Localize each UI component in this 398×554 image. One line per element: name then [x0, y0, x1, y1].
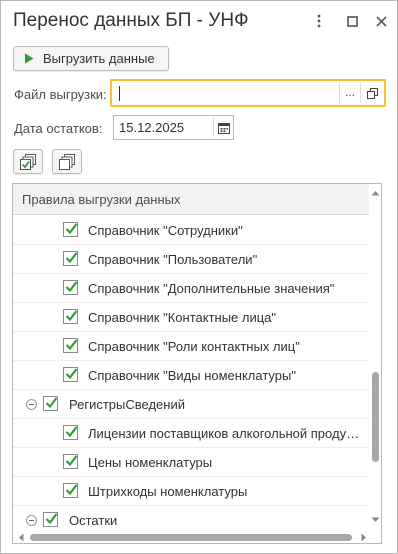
- group-label: РегистрыСведений: [69, 397, 185, 412]
- export-data-label: Выгрузить данные: [43, 51, 155, 66]
- row-checkbox[interactable]: [43, 396, 58, 411]
- horizontal-scroll-thumb[interactable]: [30, 534, 352, 541]
- vertical-scrollbar[interactable]: [369, 184, 381, 531]
- tree-row[interactable]: Справочник "Дополнительные значения": [13, 274, 369, 303]
- tree-header-label: Правила выгрузки данных: [22, 192, 181, 207]
- divider: [213, 118, 214, 137]
- tree-row[interactable]: Справочник "Контактные лица": [13, 303, 369, 332]
- row-checkbox[interactable]: [63, 483, 78, 498]
- more-vertical-icon[interactable]: [309, 11, 329, 31]
- row-label: Штрихкоды номенклатуры: [88, 484, 248, 499]
- uncheck-all-icon: [59, 153, 75, 170]
- group-label: Остатки: [69, 513, 118, 528]
- row-label: Справочник "Сотрудники": [88, 223, 243, 238]
- tree-group-row[interactable]: РегистрыСведений: [13, 390, 369, 419]
- close-icon[interactable]: [371, 11, 391, 31]
- calendar-icon[interactable]: [216, 119, 232, 136]
- play-icon: [25, 53, 34, 64]
- tree-row[interactable]: Справочник "Виды номенклатуры": [13, 361, 369, 390]
- divider: [339, 83, 340, 103]
- balance-date-input[interactable]: 15.12.2025: [113, 115, 234, 140]
- row-label: Цены номенклатуры: [88, 455, 213, 470]
- row-checkbox[interactable]: [63, 251, 78, 266]
- tree-row[interactable]: Лицензии поставщиков алкогольной продукц…: [13, 419, 369, 448]
- title-bar: Перенос данных БП - УНФ: [1, 1, 397, 41]
- tree-row[interactable]: Штрихкоды номенклатуры: [13, 477, 369, 506]
- check-all-icon: [20, 153, 36, 170]
- row-label: Справочник "Контактные лица": [88, 310, 277, 325]
- uncheck-all-button[interactable]: [52, 149, 82, 174]
- export-data-button[interactable]: Выгрузить данные: [13, 46, 169, 71]
- tree-row[interactable]: Цены номенклатуры: [13, 448, 369, 477]
- vertical-scroll-thumb[interactable]: [372, 372, 379, 462]
- scroll-down-icon[interactable]: [371, 517, 380, 523]
- row-checkbox[interactable]: [63, 280, 78, 295]
- tree-row[interactable]: Справочник "Пользователи": [13, 245, 369, 274]
- date-value: 15.12.2025: [119, 120, 185, 135]
- text-caret: [119, 86, 120, 101]
- row-label: Справочник "Виды номенклатуры": [88, 368, 296, 383]
- file-path-input[interactable]: ...: [110, 79, 386, 107]
- row-label: Справочник "Пользователи": [88, 252, 258, 267]
- row-checkbox[interactable]: [43, 512, 58, 527]
- date-label: Дата остатков:: [14, 121, 103, 136]
- choose-file-button[interactable]: ...: [341, 84, 359, 102]
- export-window: Перенос данных БП - УНФ Выгрузить данные…: [0, 0, 398, 554]
- divider: [360, 83, 361, 103]
- collapse-icon[interactable]: [26, 515, 37, 526]
- maximize-icon[interactable]: [342, 11, 362, 31]
- row-label: Лицензии поставщиков алкогольной продукц…: [88, 426, 360, 441]
- check-all-button[interactable]: [13, 149, 43, 174]
- tree-header[interactable]: Правила выгрузки данных: [13, 184, 369, 215]
- row-checkbox[interactable]: [63, 222, 78, 237]
- export-rules-tree[interactable]: Правила выгрузки данных Справочник "Сотр…: [12, 183, 382, 544]
- scroll-up-icon[interactable]: [371, 190, 380, 196]
- horizontal-scrollbar[interactable]: [13, 531, 381, 543]
- row-checkbox[interactable]: [63, 367, 78, 382]
- tree-row[interactable]: Справочник "Сотрудники": [13, 216, 369, 245]
- row-checkbox[interactable]: [63, 309, 78, 324]
- window-title: Перенос данных БП - УНФ: [13, 10, 249, 31]
- tree-row[interactable]: Справочник "Роли контактных лиц": [13, 332, 369, 361]
- collapse-icon[interactable]: [26, 399, 37, 410]
- row-checkbox[interactable]: [63, 454, 78, 469]
- scroll-left-icon[interactable]: [18, 533, 24, 542]
- scroll-right-icon[interactable]: [361, 533, 367, 542]
- open-file-icon[interactable]: [363, 85, 381, 101]
- row-checkbox[interactable]: [63, 425, 78, 440]
- row-label: Справочник "Дополнительные значения": [88, 281, 335, 296]
- row-checkbox[interactable]: [63, 338, 78, 353]
- row-label: Справочник "Роли контактных лиц": [88, 339, 300, 354]
- file-label: Файл выгрузки:: [14, 87, 107, 102]
